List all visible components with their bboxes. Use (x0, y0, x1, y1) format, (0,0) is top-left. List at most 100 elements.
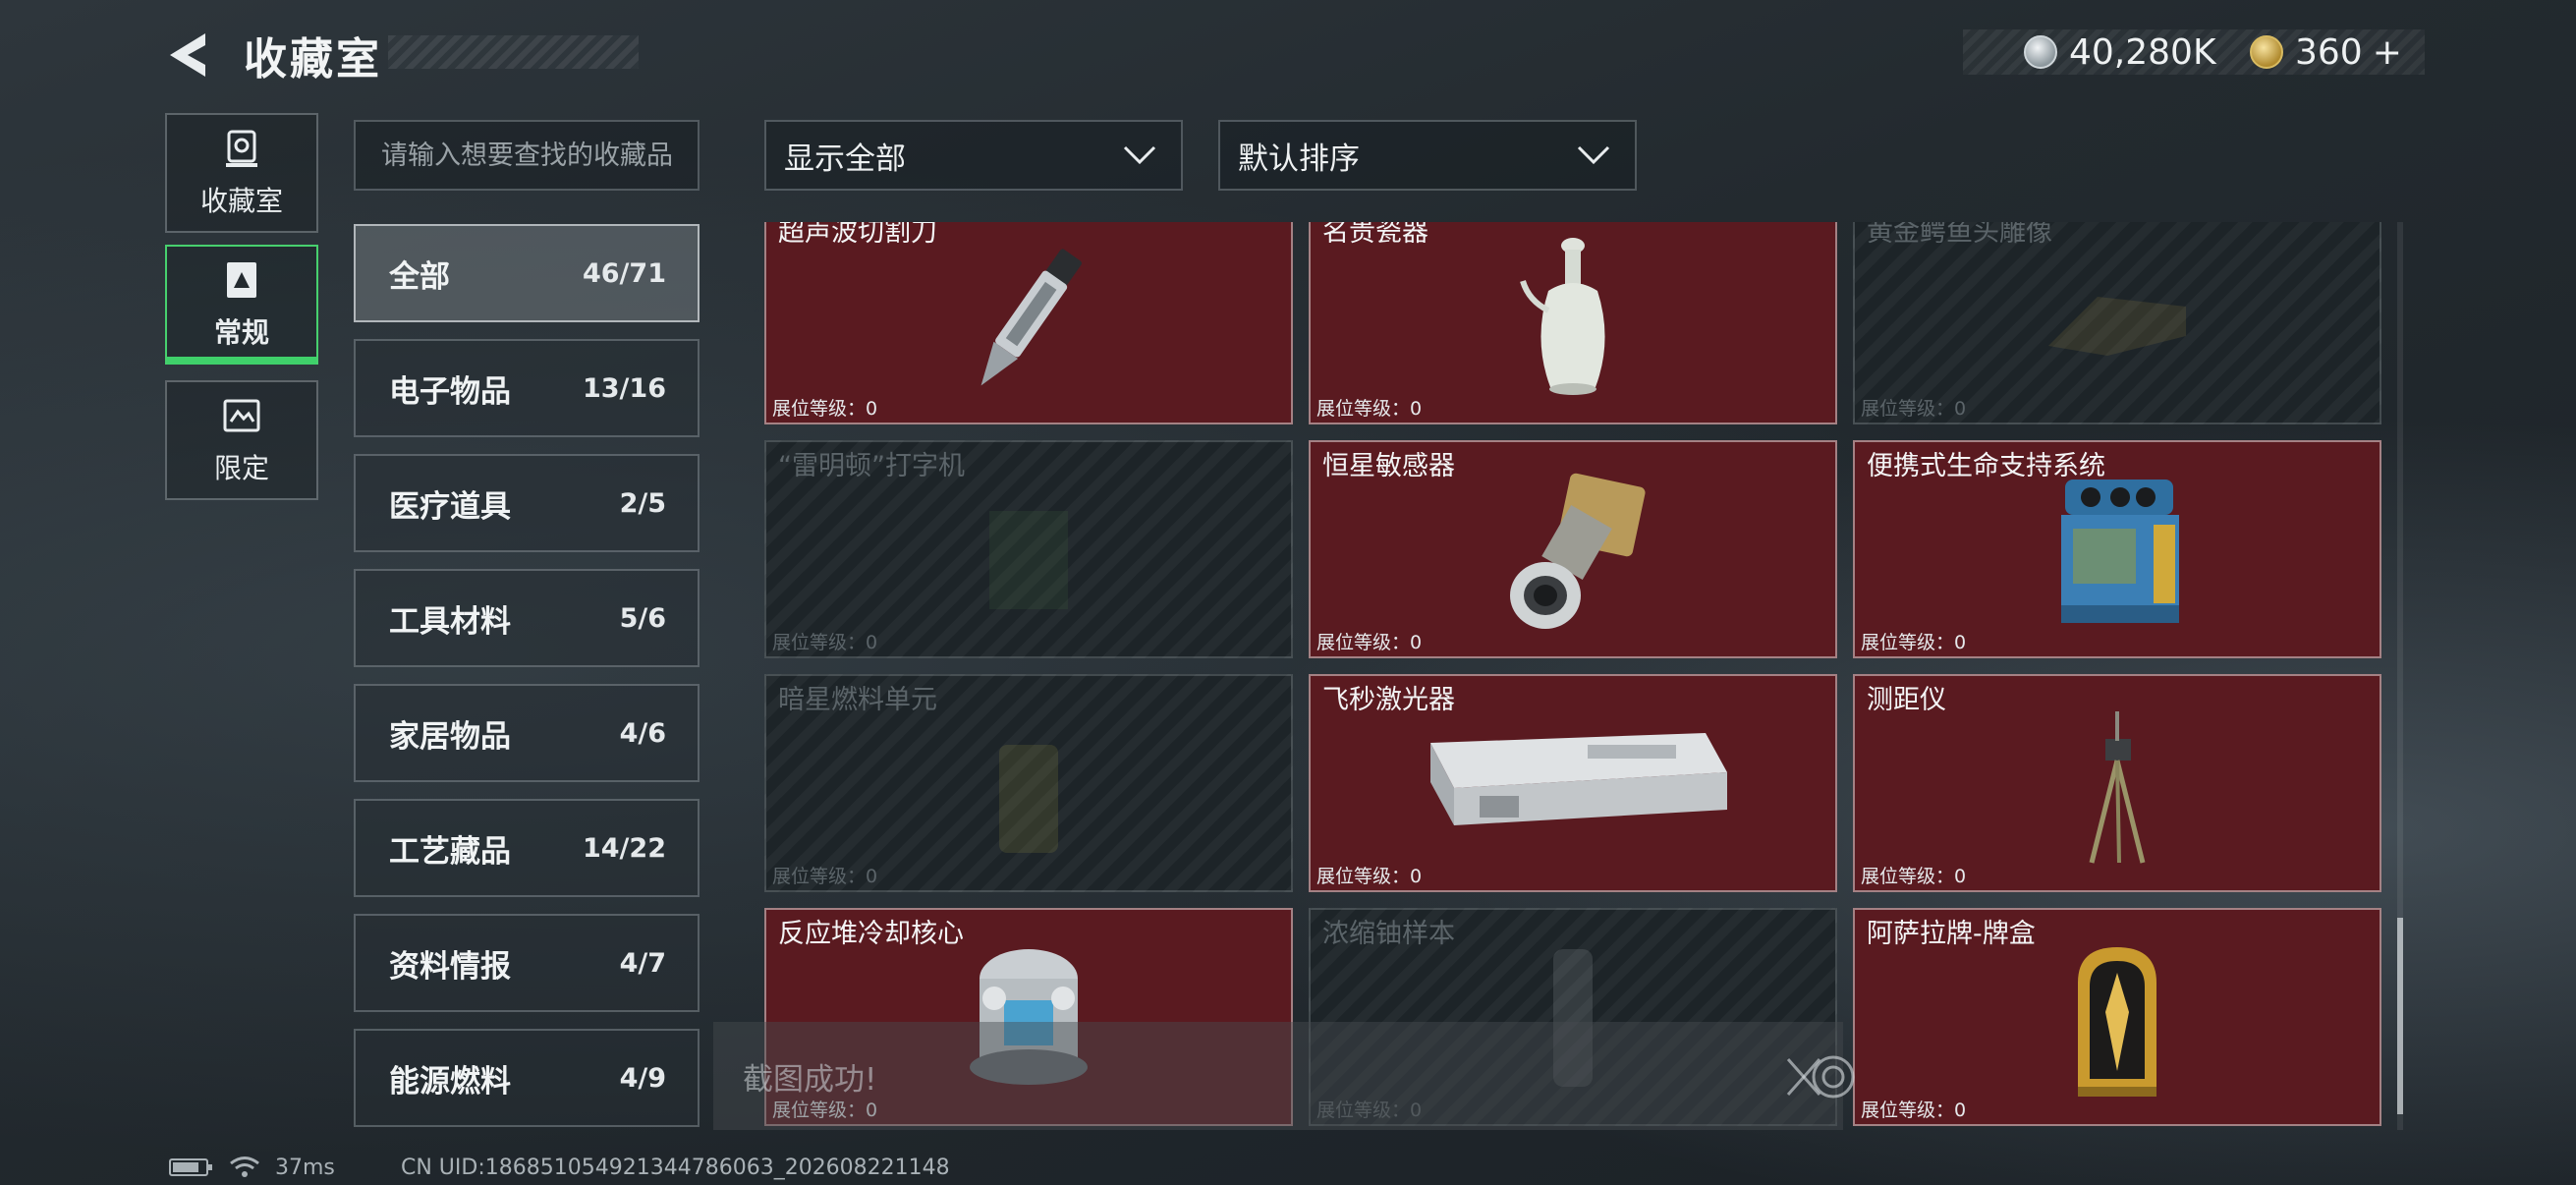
exhibit-level: 展位等级：0 (772, 866, 878, 887)
silver-coin-icon (2024, 35, 2057, 69)
category-energy[interactable]: 能源燃料 4/9 (354, 1029, 700, 1127)
collection-card[interactable]: 名贵瓷器 展位等级：0 (1309, 222, 1837, 424)
nav-label: 常规 (213, 316, 269, 349)
scroll-thumb[interactable] (2397, 918, 2403, 1114)
item-name: 浓缩铀样本 (1322, 919, 1455, 949)
life-support-icon (2044, 470, 2191, 641)
category-all[interactable]: 全部 46/71 (354, 224, 700, 322)
item-name: 测距仪 (1867, 685, 1946, 715)
toast-text: 截图成功! (743, 1061, 877, 1098)
chevron-down-icon (1123, 145, 1156, 165)
filter-dropdown[interactable]: 显示全部 (764, 120, 1183, 191)
category-name: 家居物品 (389, 718, 511, 755)
collection-card[interactable]: 黄金鳄鱼头雕像 展位等级：0 (1853, 222, 2381, 424)
nav-label: 限定 (213, 452, 269, 484)
item-name: 反应堆冷却核心 (778, 919, 964, 949)
exhibit-level: 展位等级：0 (1861, 632, 1967, 653)
collection-grid[interactable]: 超声波切割刀 展位等级：0 名贵瓷器 展位等级：0 黄金鳄鱼头雕像 展位等级：0… (764, 222, 2385, 1130)
nav-item-regular[interactable]: 常规 (165, 245, 318, 365)
grid-scrollbar[interactable] (2397, 222, 2403, 1130)
category-household[interactable]: 家居物品 4/6 (354, 684, 700, 782)
collection-card[interactable]: 便携式生命支持系统 展位等级：0 (1853, 440, 2381, 658)
silver-amount: 40,280K (2069, 31, 2216, 73)
title-decoration (388, 35, 639, 69)
card-box-icon (2068, 943, 2166, 1104)
exhibit-level: 展位等级：0 (1861, 866, 1967, 887)
gold-amount: 360 (2295, 31, 2363, 73)
category-name: 资料情报 (389, 948, 511, 985)
collection-card[interactable]: 暗星燃料单元 展位等级：0 (764, 674, 1293, 892)
item-name: 飞秒激光器 (1322, 685, 1455, 715)
wifi-icon (230, 1157, 259, 1177)
exhibit-level: 展位等级：0 (1316, 866, 1423, 887)
exhibit-level: 展位等级：0 (772, 398, 878, 420)
typewriter-icon (970, 491, 1088, 633)
collection-card[interactable]: 飞秒激光器 展位等级：0 (1309, 674, 1837, 892)
exhibit-level: 展位等级：0 (1316, 632, 1423, 653)
laser-device-icon (1411, 723, 1735, 845)
collection-card[interactable]: 恒星敏感器 展位等级：0 (1309, 440, 1837, 658)
item-name: 恒星敏感器 (1322, 451, 1455, 481)
category-count: 4/7 (619, 947, 666, 979)
exhibit-level: 展位等级：0 (772, 632, 878, 653)
toast-notification: 截图成功! (713, 1022, 1843, 1130)
search-box[interactable] (354, 120, 700, 191)
fuel-cell-icon (980, 735, 1078, 867)
exhibit-level: 展位等级：0 (1861, 1100, 1967, 1121)
category-count: 5/6 (619, 602, 666, 634)
exhibit-level: 展位等级：0 (1316, 398, 1423, 420)
trophy-icon (226, 130, 257, 167)
page-title: 收藏室 (244, 34, 382, 85)
category-intel[interactable]: 资料情报 4/7 (354, 914, 700, 1012)
category-count: 4/9 (619, 1062, 666, 1094)
category-name: 工具材料 (389, 603, 511, 640)
category-medical[interactable]: 医疗道具 2/5 (354, 454, 700, 552)
category-name: 电子物品 (389, 373, 511, 410)
filter-label: 显示全部 (784, 141, 906, 177)
silver-currency: 40,280K (2024, 29, 2216, 75)
toast-close-button[interactable] (1784, 1045, 1859, 1108)
item-name: 超声波切割刀 (778, 222, 937, 248)
category-count: 2/5 (619, 487, 666, 519)
nav-item-limited[interactable]: 限定 (165, 380, 318, 500)
network-indicator: 37ms (228, 1150, 335, 1185)
item-name: 名贵瓷器 (1322, 222, 1428, 248)
category-name: 全部 (389, 258, 450, 295)
sort-label: 默认排序 (1238, 141, 1360, 177)
category-crafts[interactable]: 工艺藏品 14/22 (354, 799, 700, 897)
category-name: 医疗道具 (389, 488, 511, 525)
category-count: 13/16 (582, 372, 666, 404)
gold-currency[interactable]: 360 + (2250, 29, 2402, 75)
document-icon (227, 262, 256, 298)
gold-coin-icon (2250, 35, 2283, 69)
crocodile-statue-icon (2039, 257, 2196, 379)
category-electronics[interactable]: 电子物品 13/16 (354, 339, 700, 437)
star-sensor-icon (1494, 470, 1652, 641)
category-count: 46/71 (582, 257, 666, 289)
ticket-icon (223, 399, 260, 432)
nav-label: 收藏室 (199, 185, 283, 217)
category-name: 能源燃料 (389, 1063, 511, 1100)
category-count: 4/6 (619, 717, 666, 749)
back-button[interactable] (162, 28, 221, 83)
collection-card[interactable]: “雷明顿”打字机 展位等级：0 (764, 440, 1293, 658)
battery-indicator (169, 1150, 214, 1185)
battery-icon (169, 1158, 212, 1176)
item-name: “雷明顿”打字机 (778, 451, 965, 481)
header: 收藏室 40,280K 360 + (0, 0, 2576, 108)
add-gold-button[interactable]: + (2373, 32, 2402, 73)
back-arrow-icon (170, 33, 205, 77)
category-count: 14/22 (582, 832, 666, 864)
sort-dropdown[interactable]: 默认排序 (1218, 120, 1637, 191)
exhibit-level: 展位等级：0 (1861, 398, 1967, 420)
collection-card[interactable]: 测距仪 展位等级：0 (1853, 674, 2381, 892)
category-tools[interactable]: 工具材料 5/6 (354, 569, 700, 667)
cutter-knife-icon (950, 236, 1107, 407)
collection-card[interactable]: 阿萨拉牌-牌盒 展位等级：0 (1853, 908, 2381, 1126)
search-input[interactable] (381, 140, 698, 171)
rangefinder-tripod-icon (2078, 705, 2156, 876)
collection-card[interactable]: 超声波切割刀 展位等级：0 (764, 222, 1293, 424)
item-name: 暗星燃料单元 (778, 685, 937, 715)
ping-value: 37ms (275, 1155, 335, 1180)
nav-item-collection-room[interactable]: 收藏室 (165, 113, 318, 233)
